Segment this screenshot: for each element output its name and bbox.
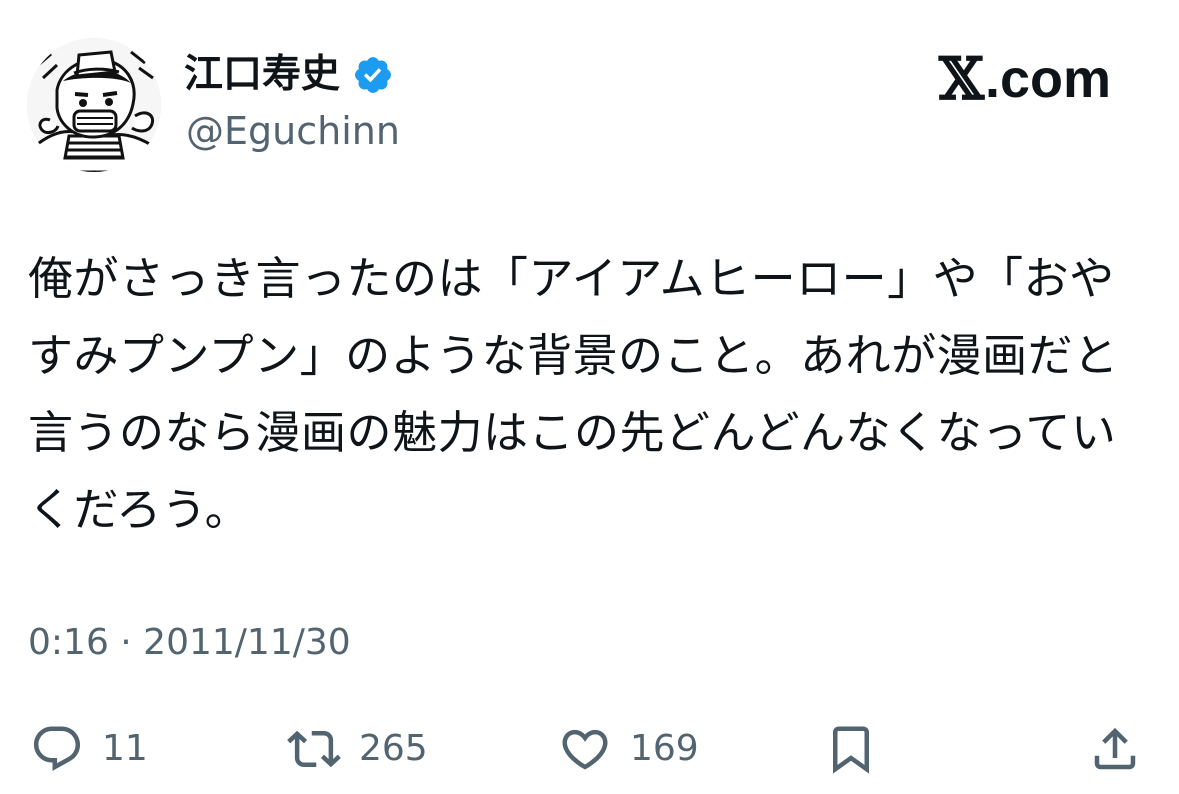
share-icon [1094, 727, 1136, 770]
avatar[interactable] [27, 38, 161, 172]
user-handle[interactable]: @Eguchinn [186, 106, 400, 156]
tweet-actions: 11 265 169 [0, 714, 1179, 784]
display-name[interactable]: 江口寿史 [184, 48, 340, 102]
brand-suffix: .com [984, 49, 1111, 109]
like-count: 169 [630, 728, 699, 769]
reply-icon [33, 726, 81, 771]
repost-icon [287, 730, 341, 768]
share-button[interactable] [1088, 714, 1142, 784]
like-button[interactable]: 169 [558, 714, 699, 784]
repost-button[interactable]: 265 [287, 714, 428, 784]
tweet-text: 俺がさっき言ったのは「アイアムヒーロー」や「おやすみプンプン」のような背景のこと… [28, 252, 1119, 536]
reply-count: 11 [102, 728, 148, 769]
tweet-timestamp[interactable]: 0:16 · 2011/11/30 [28, 618, 351, 668]
x-brand[interactable]: 𝕏 .com [939, 48, 1111, 110]
manga-avatar-illustration [27, 38, 161, 172]
bookmark-button[interactable] [824, 714, 878, 784]
x-logo-icon: 𝕏 [938, 45, 984, 113]
bookmark-icon [833, 726, 869, 774]
repost-count: 265 [359, 728, 428, 769]
reply-button[interactable]: 11 [30, 714, 148, 784]
display-name-row[interactable]: 江口寿史 [184, 48, 394, 102]
heart-icon [562, 729, 608, 770]
verified-badge-icon [355, 57, 391, 93]
